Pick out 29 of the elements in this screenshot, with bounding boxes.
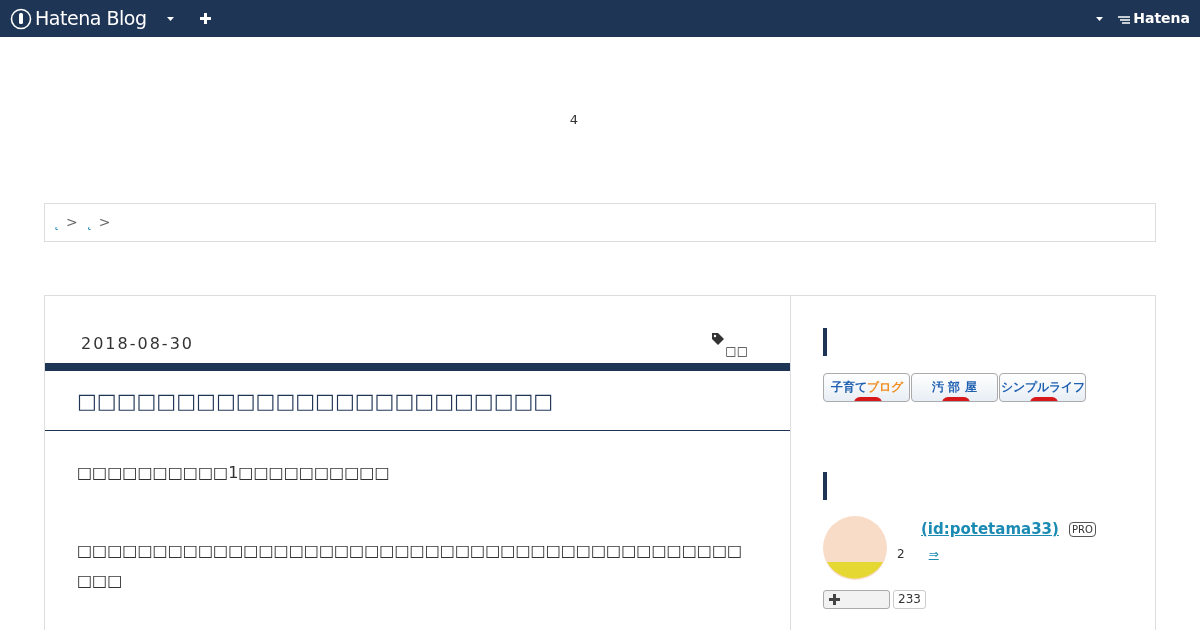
ranking-badge[interactable]: 子育てブログ: [823, 373, 910, 402]
breadcrumb-link[interactable]: ˛: [53, 212, 60, 233]
more-link[interactable]: ⇒: [928, 544, 939, 563]
follow-button[interactable]: [823, 590, 890, 609]
ranking-badge[interactable]: シンプルライフ: [999, 373, 1086, 402]
breadcrumb-link[interactable]: ˛: [85, 212, 93, 233]
plus-icon[interactable]: [199, 13, 211, 24]
hatena-link[interactable]: Hatena: [1133, 8, 1190, 29]
entry-date: 2018-08-30: [81, 333, 194, 355]
plus-icon: [829, 594, 840, 605]
logo-text[interactable]: Hatena Blog: [35, 4, 147, 33]
entry-tags[interactable]: □□: [725, 345, 748, 357]
caret-icon[interactable]: [166, 16, 174, 21]
profile-count: 2: [897, 545, 905, 563]
caret-icon[interactable]: [1096, 16, 1104, 21]
breadcrumb-separator: >: [66, 213, 78, 232]
follower-count: 233: [893, 590, 926, 609]
entry-paragraph: □□□□□□□□□□□□□□□□□□□□□□□□□□□□□□□□□□□□□□□□□□□□□□□: [77, 540, 744, 592]
ranking-badge[interactable]: 汚 部 屋: [911, 373, 998, 402]
entry-paragraph: □□□□□□□□□□1□□□□□□□□□□: [77, 462, 391, 484]
tag-icon: [711, 332, 726, 346]
logo-icon: [10, 7, 32, 30]
ad-label: 4: [569, 111, 579, 130]
pro-badge: PRO: [1068, 521, 1096, 537]
profile-link[interactable]: (id:potetama33): [897, 518, 1059, 541]
avatar: [823, 516, 887, 580]
hatena-logo-icon: [1117, 13, 1132, 24]
breadcrumb-separator: >: [98, 213, 111, 232]
entry-title[interactable]: □□□□□□□□□□□□□□□□□□□□□□□□: [77, 385, 554, 416]
